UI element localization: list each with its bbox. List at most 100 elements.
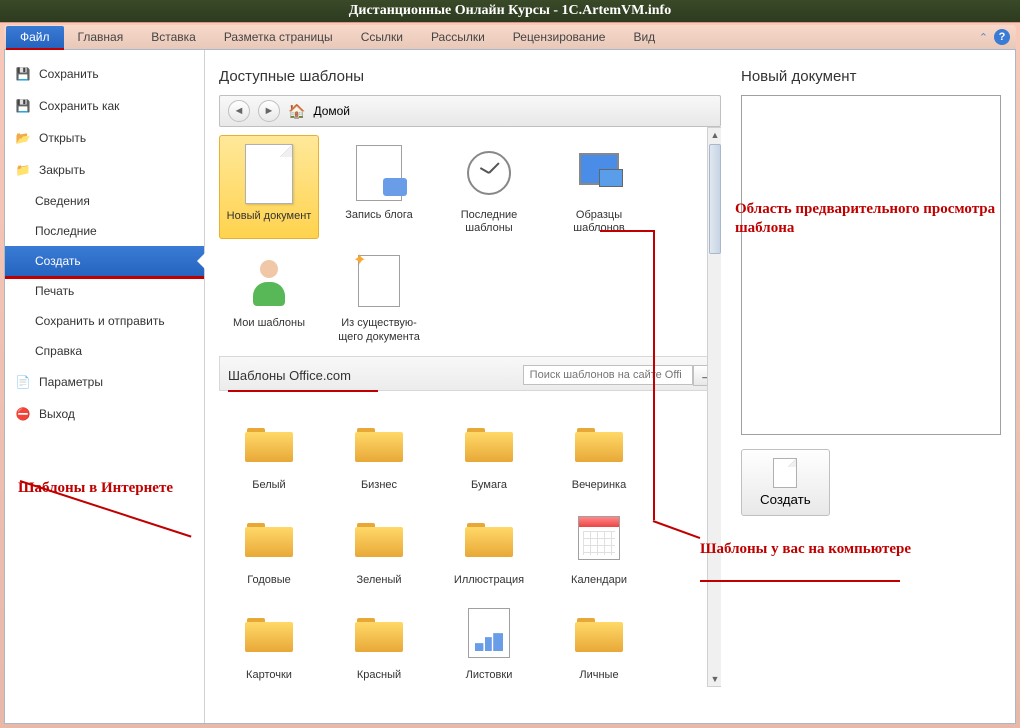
folder-icon: [355, 614, 403, 652]
nav-help[interactable]: Справка: [5, 336, 204, 366]
minimize-ribbon-icon[interactable]: ⌃: [979, 31, 988, 44]
nav-label: Закрыть: [39, 163, 85, 177]
template-blank-document[interactable]: Новый документ: [219, 135, 319, 239]
template-flyers[interactable]: Листовки: [439, 595, 539, 686]
nav-print[interactable]: Печать: [5, 276, 204, 306]
tab-page-layout[interactable]: Разметка страницы: [210, 26, 347, 48]
template-label: Бумага: [443, 479, 535, 492]
tab-home[interactable]: Главная: [64, 26, 138, 48]
tab-view[interactable]: Вид: [619, 26, 669, 48]
folder-icon: [245, 424, 293, 462]
folder-icon: [245, 614, 293, 652]
nav-back-button[interactable]: ◄: [228, 100, 250, 122]
template-folder-green[interactable]: Зеленый: [329, 500, 429, 591]
chart-doc-icon: [468, 608, 510, 658]
template-folder-personal[interactable]: Личные: [549, 595, 649, 686]
title-bar: Дистанционные Онлайн Курсы - 1C.ArtemVM.…: [0, 0, 1020, 22]
nav-close[interactable]: 📁 Закрыть: [5, 154, 204, 186]
save-icon: 💾: [15, 66, 31, 82]
scroll-down-icon[interactable]: ▼: [708, 672, 721, 686]
person-icon: [247, 256, 291, 306]
scroll-up-icon[interactable]: ▲: [708, 128, 721, 142]
nav-options[interactable]: 📄 Параметры: [5, 366, 204, 398]
search-input[interactable]: [523, 365, 693, 385]
preview-title: Новый документ: [741, 68, 1001, 85]
nav-save[interactable]: 💾 Сохранить: [5, 58, 204, 90]
template-label: Личные: [553, 669, 645, 682]
template-label: Листовки: [443, 669, 535, 682]
nav-exit[interactable]: ⛔ Выход: [5, 398, 204, 430]
templates-title: Доступные шаблоны: [219, 68, 721, 85]
vertical-scrollbar[interactable]: ▲ ▼: [707, 127, 721, 687]
nav-save-as[interactable]: 💾 Сохранить как: [5, 90, 204, 122]
template-folder-illustration[interactable]: Иллюстрация: [439, 500, 539, 591]
tab-insert[interactable]: Вставка: [137, 26, 210, 48]
preview-panel: Новый документ Создать: [741, 68, 1001, 705]
template-search: →: [523, 365, 720, 386]
help-icon[interactable]: ?: [994, 29, 1010, 45]
nav-label: Сохранить и отправить: [35, 314, 165, 328]
folder-icon: [465, 424, 513, 462]
online-templates-grid: Белый Бизнес Бумага Вечеринка Годовые Зе…: [219, 391, 721, 687]
options-icon: 📄: [15, 374, 31, 390]
template-calendars[interactable]: Календари: [549, 500, 649, 591]
open-folder-icon: 📂: [15, 130, 31, 146]
ribbon-frame: Файл Главная Вставка Разметка страницы С…: [0, 22, 1020, 728]
local-templates-grid: Новый документ Запись блога Последние ша…: [219, 127, 721, 356]
nav-save-send[interactable]: Сохранить и отправить: [5, 306, 204, 336]
nav-recent[interactable]: Последние: [5, 216, 204, 246]
nav-forward-button[interactable]: ►: [258, 100, 280, 122]
template-label: Последние шаблоны: [443, 209, 535, 235]
nav-open[interactable]: 📂 Открыть: [5, 122, 204, 154]
nav-new[interactable]: Создать: [5, 246, 204, 276]
exit-icon: ⛔: [15, 406, 31, 422]
ribbon-tabs: Файл Главная Вставка Разметка страницы С…: [4, 25, 1016, 49]
template-label: Зеленый: [333, 574, 425, 587]
tab-file[interactable]: Файл: [6, 26, 64, 48]
nav-label: Выход: [39, 407, 75, 421]
template-label: Календари: [553, 574, 645, 587]
save-as-icon: 💾: [15, 98, 31, 114]
office-com-section: Шаблоны Office.com →: [219, 356, 721, 391]
backstage-content: Доступные шаблоны ◄ ► 🏠 Домой Новый доку…: [205, 50, 1015, 723]
template-folder-white[interactable]: Белый: [219, 405, 319, 496]
ribbon-help-area: ⌃ ?: [979, 29, 1010, 45]
template-label: Бизнес: [333, 479, 425, 492]
tab-references[interactable]: Ссылки: [347, 26, 417, 48]
template-folder-red[interactable]: Красный: [329, 595, 429, 686]
template-folder-paper[interactable]: Бумага: [439, 405, 539, 496]
app-window: Дистанционные Онлайн Курсы - 1C.ArtemVM.…: [0, 0, 1020, 728]
folder-icon: [575, 424, 623, 462]
folder-icon: [355, 519, 403, 557]
breadcrumb-home[interactable]: Домой: [313, 104, 350, 118]
template-label: Мои шаблоны: [223, 317, 315, 330]
nav-label: Сведения: [35, 194, 90, 208]
template-folder-yearly[interactable]: Годовые: [219, 500, 319, 591]
tab-review[interactable]: Рецензирование: [499, 26, 620, 48]
section-title: Шаблоны Office.com: [228, 368, 351, 383]
scrollbar-thumb[interactable]: [709, 144, 721, 254]
template-folder-cards[interactable]: Карточки: [219, 595, 319, 686]
tab-mailings[interactable]: Рассылки: [417, 26, 499, 48]
template-blog-post[interactable]: Запись блога: [329, 135, 429, 239]
template-folder-business[interactable]: Бизнес: [329, 405, 429, 496]
template-label: Образцы шаблонов: [553, 209, 645, 235]
template-folder-party[interactable]: Вечеринка: [549, 405, 649, 496]
template-label: Белый: [223, 479, 315, 492]
template-samples[interactable]: Образцы шаблонов: [549, 135, 649, 239]
nav-label: Открыть: [39, 131, 86, 145]
backstage-nav: 💾 Сохранить 💾 Сохранить как 📂 Открыть 📁 …: [5, 50, 205, 723]
calendar-icon: [578, 516, 620, 560]
template-recent[interactable]: Последние шаблоны: [439, 135, 539, 239]
home-icon[interactable]: 🏠: [288, 103, 305, 120]
monitor-icon: [575, 153, 623, 193]
template-label: Вечеринка: [553, 479, 645, 492]
template-from-existing[interactable]: Из существую-щего документа: [329, 243, 429, 347]
create-button[interactable]: Создать: [741, 449, 830, 516]
nav-label: Печать: [35, 284, 74, 298]
breadcrumb-bar: ◄ ► 🏠 Домой: [219, 95, 721, 127]
nav-info[interactable]: Сведения: [5, 186, 204, 216]
template-my-templates[interactable]: Мои шаблоны: [219, 243, 319, 347]
templates-scroll: Новый документ Запись блога Последние ша…: [219, 127, 721, 687]
template-label: Годовые: [223, 574, 315, 587]
